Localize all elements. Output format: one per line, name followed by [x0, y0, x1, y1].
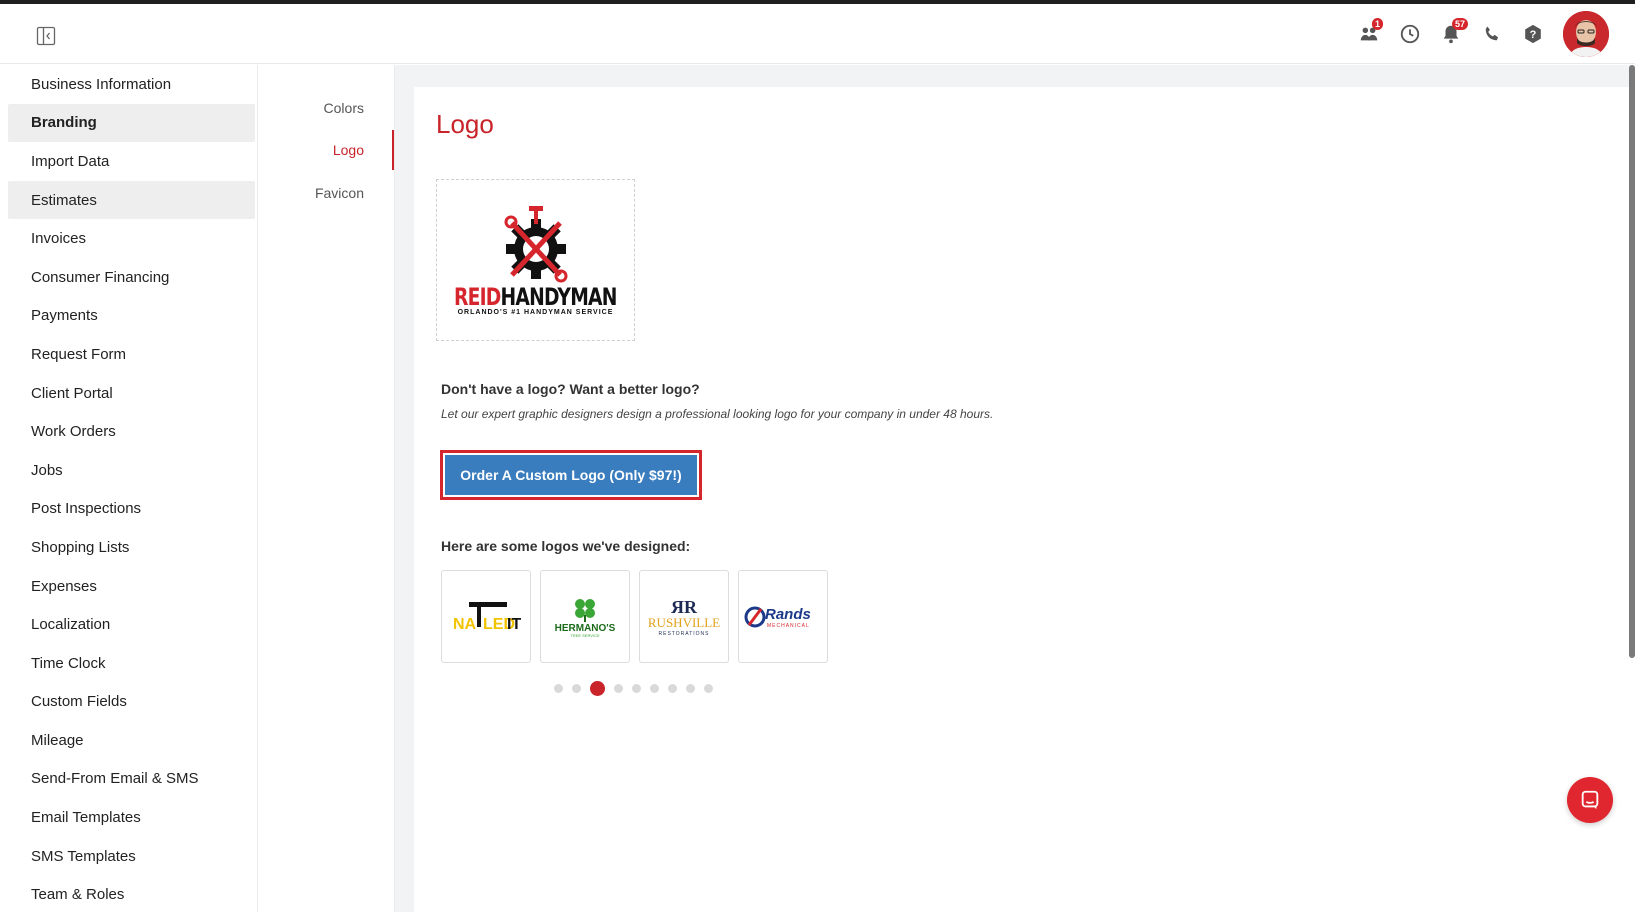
- sample-logo-rushville-text-b: RESTORATIONS: [659, 631, 710, 637]
- sidebar-item-client-portal[interactable]: Client Portal: [8, 374, 255, 413]
- svg-text:?: ?: [1529, 29, 1536, 41]
- page-scrollbar[interactable]: [1629, 65, 1635, 658]
- clock-icon[interactable]: [1389, 4, 1430, 64]
- bell-icon[interactable]: 57: [1430, 4, 1471, 64]
- sidebar-item-payments[interactable]: Payments: [8, 297, 255, 336]
- header-actions: 1 57 ?: [1348, 4, 1635, 64]
- sidebar-item-jobs[interactable]: Jobs: [8, 451, 255, 490]
- order-button-highlight: Order A Custom Logo (Only $97!): [440, 450, 702, 500]
- sidebar-item-custom-fields[interactable]: Custom Fields: [8, 683, 255, 722]
- sidebar-item-mileage[interactable]: Mileage: [8, 721, 255, 760]
- sidebar-item-request-form[interactable]: Request Form: [8, 335, 255, 374]
- subnav-item-colors[interactable]: Colors: [257, 88, 394, 128]
- sample-logo-rands-text-b: MECHANICAL: [767, 623, 810, 629]
- sidebar-item-shopping-lists[interactable]: Shopping Lists: [8, 528, 255, 567]
- subnav-item-favicon[interactable]: Favicon: [257, 173, 394, 213]
- settings-sidebar: Business Information Branding Import Dat…: [0, 65, 258, 912]
- sample-logo-rushville[interactable]: ЯR RUSHVILLE RESTORATIONS: [639, 570, 729, 663]
- carousel-dot[interactable]: [614, 684, 623, 693]
- carousel-dots: [554, 681, 713, 696]
- sidebar-collapse-icon[interactable]: [34, 24, 58, 48]
- carousel-dot[interactable]: [572, 684, 581, 693]
- sample-logo-hermanos-text-b: TREE SERVICE: [570, 633, 600, 638]
- team-badge: 1: [1372, 18, 1384, 30]
- chat-icon: [1581, 790, 1599, 810]
- sidebar-item-import-data[interactable]: Import Data: [8, 142, 255, 181]
- carousel-dot[interactable]: [686, 684, 695, 693]
- sample-logo-nailedit[interactable]: NA LED IT: [441, 570, 531, 663]
- sidebar-item-team-roles[interactable]: Team & Roles: [8, 875, 255, 914]
- company-logo-preview[interactable]: REIDHANDYMAN ORLANDO'S #1 HANDYMAN SERVI…: [436, 179, 635, 341]
- notifications-badge: 57: [1452, 18, 1469, 30]
- user-avatar[interactable]: [1563, 11, 1609, 57]
- subnav-item-logo[interactable]: Logo: [257, 130, 394, 170]
- sample-logo-rands-text-a: Rands: [765, 606, 811, 623]
- sample-logo-rushville-text-a: RUSHVILLE: [648, 615, 720, 630]
- team-icon[interactable]: 1: [1348, 4, 1389, 64]
- sample-logo-nailedit-text-a: NA: [453, 616, 477, 633]
- sidebar-item-localization[interactable]: Localization: [8, 605, 255, 644]
- sidebar-item-work-orders[interactable]: Work Orders: [8, 412, 255, 451]
- carousel-dot[interactable]: [704, 684, 713, 693]
- top-header: 1 57 ?: [0, 4, 1635, 64]
- sidebar-item-business-information[interactable]: Business Information: [8, 65, 255, 104]
- sidebar-item-sms-templates[interactable]: SMS Templates: [8, 837, 255, 876]
- gear-tools-icon: [504, 206, 567, 283]
- page-title: Logo: [436, 109, 494, 139]
- carousel-dot[interactable]: [554, 684, 563, 693]
- sidebar-item-estimates[interactable]: Estimates: [8, 180, 255, 220]
- promo-subtitle: Let our expert graphic designers design …: [441, 407, 994, 421]
- svg-text:ЯR: ЯR: [671, 597, 698, 617]
- sample-logos-carousel: NA LED IT HERMANO'S TREE SERVICE ЯR RUSH…: [441, 570, 828, 663]
- sidebar-item-time-clock[interactable]: Time Clock: [8, 644, 255, 683]
- sidebar-item-expenses[interactable]: Expenses: [8, 567, 255, 606]
- sample-logo-nailedit-text-c: IT: [507, 616, 521, 633]
- sample-logo-hermanos[interactable]: HERMANO'S TREE SERVICE: [540, 570, 630, 663]
- carousel-dot-active[interactable]: [590, 681, 605, 696]
- company-logo-name: REIDHANDYMAN: [454, 283, 617, 311]
- carousel-dot[interactable]: [650, 684, 659, 693]
- sidebar-item-consumer-financing[interactable]: Consumer Financing: [8, 258, 255, 297]
- phone-icon[interactable]: [1471, 4, 1512, 64]
- promo-title: Don't have a logo? Want a better logo?: [441, 381, 700, 397]
- sidebar-item-send-from-email-sms[interactable]: Send-From Email & SMS: [8, 760, 255, 799]
- sidebar-item-branding[interactable]: Branding: [8, 103, 255, 143]
- order-custom-logo-button[interactable]: Order A Custom Logo (Only $97!): [445, 455, 697, 495]
- carousel-dot[interactable]: [632, 684, 641, 693]
- chat-launcher-button[interactable]: [1567, 777, 1613, 823]
- samples-title: Here are some logos we've designed:: [441, 538, 691, 554]
- logo-panel: Logo REIDHANDYMAN ORLANDO'S #1 HANDYMAN …: [414, 87, 1635, 912]
- sample-logo-rands[interactable]: Rands MECHANICAL: [738, 570, 828, 663]
- sidebar-item-post-inspections[interactable]: Post Inspections: [8, 490, 255, 529]
- help-icon[interactable]: ?: [1512, 4, 1553, 64]
- sidebar-item-invoices[interactable]: Invoices: [8, 219, 255, 258]
- sidebar-item-email-templates[interactable]: Email Templates: [8, 798, 255, 837]
- branding-subnav: Colors Logo Favicon: [258, 65, 395, 912]
- carousel-dot[interactable]: [668, 684, 677, 693]
